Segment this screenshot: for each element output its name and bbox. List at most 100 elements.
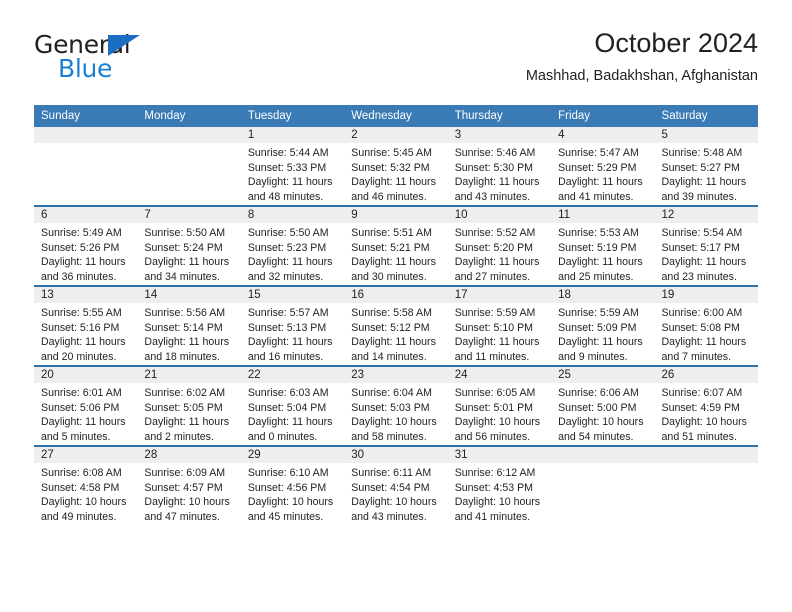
calendar-day-cell[interactable]: 19 Sunrise: 6:00 AM Sunset: 5:08 PM Dayligh… bbox=[654, 285, 758, 366]
sunset-text: Sunset: 5:33 PM bbox=[247, 161, 327, 174]
calendar-day-cell[interactable]: 26 Sunrise: 6:07 AM Sunset: 4:59 PM Dayligh… bbox=[654, 365, 758, 446]
daylight-text: and 43 minutes. bbox=[351, 510, 427, 523]
calendar-day-cell[interactable]: 18 Sunrise: 5:59 AM Sunset: 5:09 PM Dayligh… bbox=[551, 285, 655, 366]
weekday-header-saturday: Saturday bbox=[654, 105, 758, 127]
calendar-day-cell[interactable]: 2 Sunrise: 5:45 AM Sunset: 5:32 PM Daylight… bbox=[344, 127, 448, 206]
calendar-day-cell[interactable]: 6 Sunrise: 5:49 AM Sunset: 5:26 PM Daylight… bbox=[34, 205, 138, 286]
calendar-day-cell[interactable]: 16 Sunrise: 5:58 AM Sunset: 5:12 PM Dayligh… bbox=[344, 285, 448, 366]
calendar-day-cell[interactable]: 20 Sunrise: 6:01 AM Sunset: 5:06 PM Dayligh… bbox=[34, 365, 138, 446]
daylight-text: and 18 minutes. bbox=[144, 350, 220, 363]
sunset-text: Sunset: 5:29 PM bbox=[558, 161, 637, 174]
daylight-text: Daylight: 11 hours bbox=[247, 336, 333, 349]
sunset-text: Sunset: 5:12 PM bbox=[351, 321, 430, 334]
calendar-day-cell[interactable]: 4 Sunrise: 5:47 AM Sunset: 5:29 PM Daylight… bbox=[551, 127, 655, 206]
calendar-day-cell[interactable]: 14 Sunrise: 5:56 AM Sunset: 5:14 PM Dayligh… bbox=[137, 285, 241, 366]
daylight-text: and 39 minutes. bbox=[661, 190, 737, 203]
calendar-day-cell[interactable]: 13 Sunrise: 5:55 AM Sunset: 5:16 PM Dayligh… bbox=[34, 285, 138, 366]
logo-triangle-icon bbox=[108, 35, 140, 56]
calendar-day-cell[interactable]: 29 Sunrise: 6:10 AM Sunset: 4:56 PM Dayligh… bbox=[240, 445, 345, 525]
day-details: Sunrise: 6:04 AM Sunset: 5:03 PM Daylight:… bbox=[344, 383, 447, 444]
daylight-text: Daylight: 10 hours bbox=[351, 416, 437, 429]
calendar-day-cell[interactable]: 8 Sunrise: 5:50 AM Sunset: 5:23 PM Daylight… bbox=[240, 205, 345, 286]
sunset-text: Sunset: 4:59 PM bbox=[661, 401, 740, 414]
daylight-text: Daylight: 11 hours bbox=[351, 176, 436, 189]
daylight-text: Daylight: 10 hours bbox=[454, 416, 541, 429]
title-block: October 2024 Mashhad, Badakhshan, Afghan… bbox=[526, 26, 758, 87]
sunset-text: Sunset: 4:57 PM bbox=[144, 481, 223, 494]
day-number: 3 bbox=[447, 127, 552, 143]
calendar-day-cell[interactable]: 7 Sunrise: 5:50 AM Sunset: 5:24 PM Daylight… bbox=[137, 205, 241, 286]
daylight-text: and 58 minutes. bbox=[351, 430, 427, 443]
calendar-day-cell[interactable]: 24 Sunrise: 6:05 AM Sunset: 5:01 PM Dayligh… bbox=[447, 365, 552, 446]
weekday-header-tuesday: Tuesday bbox=[240, 105, 345, 127]
calendar-day-cell[interactable]: 27 Sunrise: 6:08 AM Sunset: 4:58 PM Dayligh… bbox=[34, 445, 138, 525]
calendar-day-cell[interactable]: 21 Sunrise: 6:02 AM Sunset: 5:05 PM Dayligh… bbox=[137, 365, 241, 446]
calendar-day-cell[interactable]: 31 Sunrise: 6:12 AM Sunset: 4:53 PM Dayligh… bbox=[447, 445, 552, 525]
day-number: 4 bbox=[551, 127, 655, 143]
day-number: 30 bbox=[344, 447, 448, 463]
sunset-text: Sunset: 5:08 PM bbox=[661, 321, 740, 334]
day-details bbox=[137, 143, 240, 146]
general-blue-logo[interactable]: General Blue bbox=[34, 32, 164, 90]
daylight-text: and 0 minutes. bbox=[247, 430, 318, 443]
sunrise-text: Sunrise: 6:09 AM bbox=[144, 467, 226, 479]
calendar-day-cell[interactable]: 1 Sunrise: 5:44 AM Sunset: 5:33 PM Daylight… bbox=[240, 127, 345, 206]
daylight-text: and 47 minutes. bbox=[144, 510, 220, 523]
day-number: 28 bbox=[137, 447, 241, 463]
daylight-text: and 20 minutes. bbox=[41, 350, 117, 363]
calendar-cell-empty bbox=[137, 127, 241, 206]
sunrise-text: Sunrise: 5:56 AM bbox=[144, 307, 226, 319]
sunrise-text: Sunrise: 5:50 AM bbox=[247, 227, 329, 239]
day-details: Sunrise: 6:12 AM Sunset: 4:53 PM Daylight:… bbox=[448, 463, 551, 524]
day-details: Sunrise: 6:01 AM Sunset: 5:06 PM Daylight:… bbox=[34, 383, 137, 444]
day-details: Sunrise: 5:49 AM Sunset: 5:26 PM Daylight:… bbox=[34, 223, 137, 284]
calendar-cell-empty bbox=[551, 445, 655, 525]
sunrise-text: Sunrise: 6:03 AM bbox=[247, 387, 329, 399]
daylight-text: Daylight: 10 hours bbox=[454, 496, 541, 509]
calendar-page: General Blue October 2024 Mashhad, Badak… bbox=[0, 0, 792, 612]
daylight-text: and 34 minutes. bbox=[144, 270, 220, 283]
sunset-text: Sunset: 5:26 PM bbox=[41, 241, 120, 254]
daylight-text: Daylight: 11 hours bbox=[144, 336, 230, 349]
calendar-day-cell[interactable]: 10 Sunrise: 5:52 AM Sunset: 5:20 PM Dayligh… bbox=[447, 205, 552, 286]
sunset-text: Sunset: 5:21 PM bbox=[351, 241, 430, 254]
calendar-day-cell[interactable]: 28 Sunrise: 6:09 AM Sunset: 4:57 PM Dayligh… bbox=[137, 445, 241, 525]
day-details: Sunrise: 5:46 AM Sunset: 5:30 PM Daylight:… bbox=[448, 143, 551, 204]
daylight-text: and 45 minutes. bbox=[247, 510, 324, 523]
calendar-day-cell[interactable]: 23 Sunrise: 6:04 AM Sunset: 5:03 PM Dayligh… bbox=[344, 365, 448, 446]
calendar-day-cell[interactable]: 17 Sunrise: 5:59 AM Sunset: 5:10 PM Dayligh… bbox=[447, 285, 552, 366]
calendar-day-cell[interactable]: 22 Sunrise: 6:03 AM Sunset: 5:04 PM Dayligh… bbox=[240, 365, 345, 446]
calendar-day-cell[interactable]: 3 Sunrise: 5:46 AM Sunset: 5:30 PM Daylight… bbox=[447, 127, 552, 206]
day-details: Sunrise: 6:05 AM Sunset: 5:01 PM Daylight:… bbox=[448, 383, 551, 444]
calendar-day-cell[interactable]: 25 Sunrise: 6:06 AM Sunset: 5:00 PM Dayligh… bbox=[551, 365, 655, 446]
sunrise-text: Sunrise: 5:45 AM bbox=[351, 147, 432, 159]
calendar-day-cell[interactable]: 5 Sunrise: 5:48 AM Sunset: 5:27 PM Daylight… bbox=[654, 127, 758, 206]
sunrise-text: Sunrise: 5:54 AM bbox=[661, 227, 743, 239]
calendar-day-cell[interactable]: 30 Sunrise: 6:11 AM Sunset: 4:54 PM Dayligh… bbox=[344, 445, 448, 525]
day-number: 23 bbox=[344, 367, 448, 383]
day-details: Sunrise: 5:55 AM Sunset: 5:16 PM Daylight:… bbox=[34, 303, 137, 364]
day-number: 13 bbox=[34, 287, 138, 303]
day-details: Sunrise: 5:59 AM Sunset: 5:10 PM Daylight:… bbox=[448, 303, 551, 364]
sunset-text: Sunset: 5:17 PM bbox=[661, 241, 740, 254]
day-number: 2 bbox=[344, 127, 448, 143]
daylight-text: and 7 minutes. bbox=[661, 350, 732, 363]
day-number: 10 bbox=[447, 207, 552, 223]
calendar-day-cell[interactable]: 15 Sunrise: 5:57 AM Sunset: 5:13 PM Dayligh… bbox=[240, 285, 345, 366]
day-number: 16 bbox=[344, 287, 448, 303]
day-details: Sunrise: 5:54 AM Sunset: 5:17 PM Daylight:… bbox=[655, 223, 758, 284]
sunset-text: Sunset: 5:19 PM bbox=[558, 241, 637, 254]
day-details: Sunrise: 5:59 AM Sunset: 5:09 PM Daylight:… bbox=[551, 303, 654, 364]
calendar-day-cell[interactable]: 9 Sunrise: 5:51 AM Sunset: 5:21 PM Daylight… bbox=[344, 205, 448, 286]
day-number: 21 bbox=[137, 367, 241, 383]
calendar-day-cell[interactable]: 12 Sunrise: 5:54 AM Sunset: 5:17 PM Dayligh… bbox=[654, 205, 758, 286]
daylight-text: Daylight: 11 hours bbox=[454, 336, 540, 349]
calendar-day-cell[interactable]: 11 Sunrise: 5:53 AM Sunset: 5:19 PM Dayligh… bbox=[551, 205, 655, 286]
calendar-week-row: 6 Sunrise: 5:49 AM Sunset: 5:26 PM Daylight… bbox=[34, 205, 758, 286]
day-details: Sunrise: 5:53 AM Sunset: 5:19 PM Daylight:… bbox=[551, 223, 654, 284]
daylight-text: Daylight: 11 hours bbox=[247, 256, 333, 269]
daylight-text: Daylight: 11 hours bbox=[454, 176, 540, 189]
sunset-text: Sunset: 5:32 PM bbox=[351, 161, 430, 174]
daylight-text: Daylight: 11 hours bbox=[41, 336, 126, 349]
day-number: 5 bbox=[654, 127, 758, 143]
